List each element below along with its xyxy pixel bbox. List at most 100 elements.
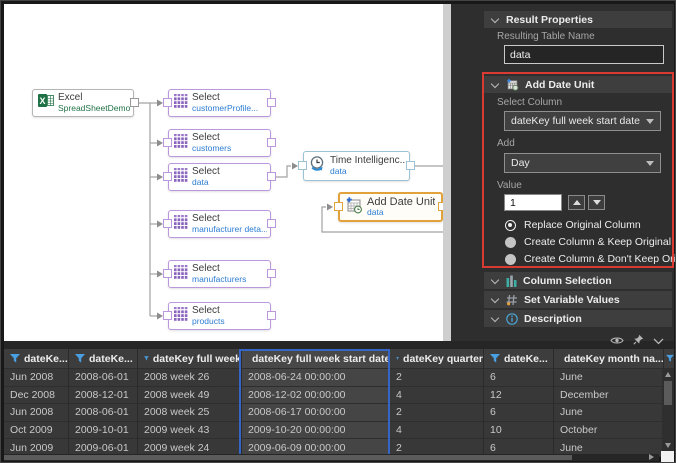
column-header-partial[interactable] [664, 349, 674, 369]
section-header-description[interactable]: Description [484, 310, 672, 327]
cell: June [554, 369, 664, 387]
value-input[interactable] [504, 194, 562, 211]
input-port[interactable] [163, 98, 172, 107]
node-time-intelligence[interactable]: Time Intelligenc...data [303, 151, 410, 181]
cell: 2008-06-01 [69, 404, 138, 422]
resulting-table-name-label: Resulting Table Name [497, 31, 595, 42]
output-port[interactable] [267, 311, 276, 320]
filter-icon [10, 354, 20, 363]
radio-label: Create Column & Keep Original [524, 236, 671, 248]
output-port[interactable] [267, 172, 276, 181]
chevron-down-icon[interactable] [653, 332, 664, 350]
table-row: Jun 2008 2008-06-01 2008 week 26 2008-06… [4, 369, 674, 387]
hash-icon [506, 294, 518, 306]
section-header-result-properties[interactable]: Result Properties [484, 11, 672, 28]
node-select-manufacturers[interactable]: Selectmanufacturers [168, 260, 271, 288]
scroll-up-arrow-icon[interactable] [665, 372, 671, 377]
column-header[interactable]: dateKey quarter [390, 349, 484, 369]
node-add-date-unit[interactable]: Add Date Unitdata [338, 192, 443, 222]
cell: 6 [484, 404, 554, 422]
cell: 4 [390, 387, 484, 405]
resulting-table-name-input[interactable] [504, 45, 664, 64]
info-icon [506, 313, 518, 325]
radio-create-column-dont-keep-original[interactable]: Create Column & Don't Keep Original [505, 252, 676, 266]
canvas-vertical-scrollbar[interactable] [443, 4, 451, 341]
app-window: X ExcelSpreadSheetDemo... Selectcustomer… [0, 0, 676, 463]
chevron-down-icon [491, 79, 499, 87]
cell: 2008 week 25 [138, 404, 242, 422]
input-port[interactable] [163, 269, 172, 278]
input-port[interactable] [298, 161, 307, 170]
node-select-manufacturer-detail[interactable]: Selectmanufacturer deta... [168, 210, 271, 238]
cell-highlighted: 2008-06-24 00:00:00 [242, 369, 390, 387]
cell: Dec 2008 [4, 387, 69, 405]
cell: 10 [484, 422, 554, 440]
output-port[interactable] [267, 269, 276, 278]
input-port[interactable] [163, 138, 172, 147]
node-select-data[interactable]: Selectdata [168, 163, 271, 191]
radio-label: Create Column & Don't Keep Original [524, 253, 676, 265]
diagram-canvas[interactable]: X ExcelSpreadSheetDemo... Selectcustomer… [4, 4, 443, 341]
cell: 4 [390, 422, 484, 440]
node-select-products[interactable]: Selectproducts [168, 302, 271, 330]
section-header-set-variable-values[interactable]: Set Variable Values [484, 291, 672, 308]
pin-icon[interactable] [633, 332, 644, 350]
node-subtitle: data [367, 208, 435, 218]
section-header-column-selection[interactable]: Column Selection [484, 272, 672, 289]
cell: 2008 week 49 [138, 387, 242, 405]
cell: October [554, 422, 664, 440]
add-unit-dropdown[interactable]: Day [504, 153, 661, 173]
radio-unselected-icon [505, 237, 516, 248]
output-port[interactable] [267, 138, 276, 147]
column-header[interactable]: dateKe... [484, 349, 554, 369]
radio-replace-original-column[interactable]: Replace Original Column [505, 218, 641, 232]
input-port[interactable] [163, 311, 172, 320]
value-decrement-button[interactable] [588, 195, 605, 210]
cell: 2009 week 43 [138, 422, 242, 440]
section-title: Column Selection [523, 275, 612, 287]
select-grid-icon [174, 307, 188, 326]
output-port[interactable] [130, 98, 139, 107]
grid-header-row: dateKe... dateKe... dateKey full week da… [4, 349, 674, 369]
input-port[interactable] [334, 202, 343, 211]
column-header[interactable]: dateKe... [69, 349, 138, 369]
scroll-down-arrow-icon[interactable] [665, 443, 671, 448]
input-port[interactable] [163, 219, 172, 228]
radio-unselected-icon [505, 254, 516, 265]
chevron-down-icon [491, 14, 499, 22]
radio-create-column-keep-original[interactable]: Create Column & Keep Original [505, 235, 671, 249]
eye-icon[interactable] [610, 332, 624, 350]
column-header[interactable]: dateKey full week [138, 349, 242, 369]
node-subtitle: data [330, 167, 406, 177]
input-port[interactable] [163, 172, 172, 181]
scrollbar-corner-box[interactable] [661, 451, 674, 462]
select-column-dropdown[interactable]: dateKey full week start date [504, 111, 661, 131]
node-subtitle: customers [192, 144, 231, 154]
select-grid-icon [174, 215, 188, 234]
node-subtitle: data [192, 178, 220, 188]
column-header[interactable]: dateKey month na... [554, 349, 664, 369]
output-port[interactable] [406, 161, 415, 170]
node-excel-source[interactable]: X ExcelSpreadSheetDemo... [32, 89, 134, 117]
grid-toolbar [4, 341, 674, 349]
node-subtitle: customerProfile... [192, 104, 258, 114]
filter-icon [490, 354, 500, 363]
column-header[interactable]: dateKe... [4, 349, 69, 369]
node-select-customers[interactable]: Selectcustomers [168, 129, 271, 157]
grid-horizontal-scrollbar[interactable] [4, 454, 659, 461]
value-increment-button[interactable] [568, 195, 585, 210]
section-header-add-date-unit[interactable]: Add Date Unit [484, 76, 672, 93]
output-port[interactable] [267, 98, 276, 107]
scroll-right-arrow-icon[interactable] [649, 454, 654, 460]
select-grid-icon [174, 265, 188, 284]
cell: 2008-06-01 [69, 369, 138, 387]
vertical-scroll-thumb[interactable] [664, 381, 672, 405]
column-header-highlighted[interactable]: dateKey full week start date [242, 349, 390, 369]
grid-vertical-scrollbar[interactable] [662, 369, 674, 451]
horizontal-scroll-thumb[interactable] [4, 455, 572, 460]
node-select-customerprofile[interactable]: SelectcustomerProfile... [168, 89, 271, 117]
node-subtitle: manufacturers [192, 275, 246, 285]
cell: 2 [390, 369, 484, 387]
add-date-unit-icon [345, 196, 363, 219]
output-port[interactable] [267, 219, 276, 228]
